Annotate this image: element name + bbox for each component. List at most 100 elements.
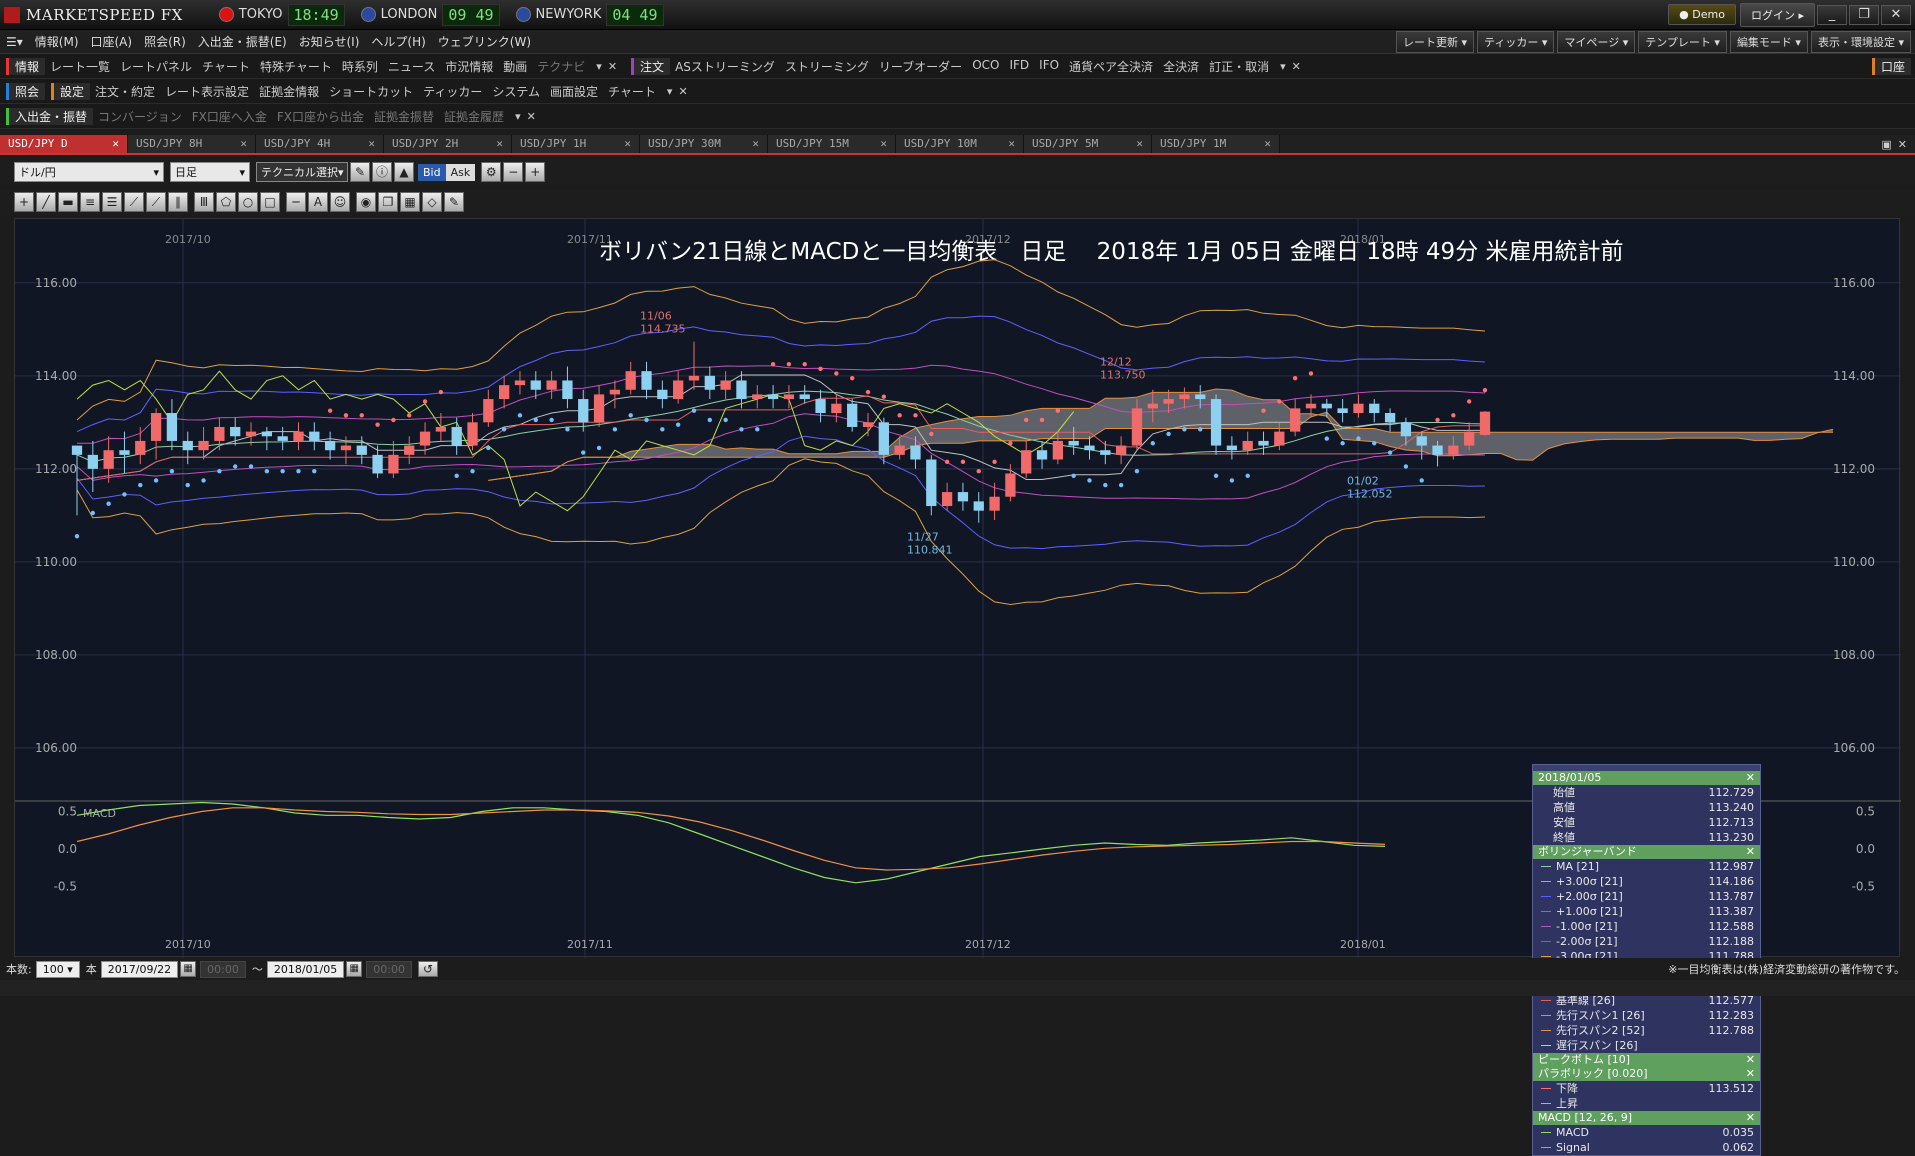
eraser-icon[interactable]: ◇ bbox=[422, 192, 442, 212]
chart-tab[interactable]: USD/JPY 8H ✕ bbox=[128, 135, 256, 153]
toolbar-item[interactable]: 時系列 bbox=[337, 58, 383, 75]
table-icon[interactable]: ▦ bbox=[400, 192, 420, 212]
pentagon-icon[interactable]: ⬠ bbox=[216, 192, 236, 212]
close-icon[interactable]: ✕ bbox=[1292, 60, 1301, 73]
chart-area[interactable]: 116.00 116.00 114.00 114.00 112.00 112.00 110.… bbox=[14, 218, 1901, 1156]
calendar-icon[interactable]: ▦ bbox=[346, 961, 363, 977]
refresh-icon[interactable]: ↺ bbox=[417, 961, 438, 977]
close-icon[interactable]: ✕ bbox=[112, 137, 119, 151]
zoom-in-icon[interactable]: + bbox=[525, 162, 546, 182]
toolbar-button[interactable]: テンプレート ▾ bbox=[1638, 30, 1727, 53]
circle-icon[interactable]: ○ bbox=[238, 192, 258, 212]
toolbar-item[interactable]: 訂正・取消 bbox=[1204, 58, 1274, 75]
dropdown-icon[interactable]: ▾ bbox=[596, 60, 602, 73]
hbar-icon[interactable]: ─ bbox=[286, 192, 306, 212]
menu-item[interactable]: 口座(A) bbox=[85, 33, 139, 50]
menu-item[interactable]: ヘルプ(H) bbox=[365, 33, 431, 50]
close-icon[interactable]: ✕ bbox=[1008, 137, 1015, 151]
toolbar-item[interactable]: レート表示設定 bbox=[160, 83, 254, 100]
maximize-icon[interactable]: ▣ bbox=[1881, 138, 1891, 151]
close-icon[interactable]: ✕ bbox=[1746, 771, 1755, 785]
pen-icon[interactable]: ✎ bbox=[350, 162, 370, 182]
hamburger-icon[interactable]: ☰▾ bbox=[0, 35, 29, 49]
toolbar-item[interactable]: 全決済 bbox=[1158, 58, 1204, 75]
toolbar-item[interactable]: 特殊チャート bbox=[255, 58, 337, 75]
toolbar-button[interactable]: ティッカー ▾ bbox=[1477, 30, 1555, 53]
close-icon[interactable]: ✕ bbox=[880, 137, 887, 151]
toolbar-item[interactable]: 証拠金情報 bbox=[254, 83, 324, 100]
group-account[interactable]: 口座 bbox=[1871, 57, 1911, 75]
toolbar-item[interactable]: リーブオーダー bbox=[874, 58, 967, 75]
chart-tab[interactable]: USD/JPY 4H ✕ bbox=[256, 135, 384, 153]
toolbar-item[interactable]: システム bbox=[487, 83, 545, 100]
close-icon[interactable]: ✕ bbox=[240, 137, 247, 151]
toolbar-item[interactable]: レート一覧 bbox=[45, 58, 115, 75]
channel-icon[interactable]: ☰ bbox=[102, 192, 122, 212]
close-icon[interactable]: ✕ bbox=[1746, 845, 1755, 859]
settings-icon[interactable]: ⚙ bbox=[481, 162, 502, 182]
label-icon[interactable]: ☺ bbox=[330, 192, 350, 212]
close-icon[interactable]: ✕ bbox=[368, 137, 375, 151]
toolbar-button[interactable]: 表示・環境設定 ▾ bbox=[1810, 30, 1911, 53]
close-icon[interactable]: ✕ bbox=[1881, 4, 1911, 25]
close-icon[interactable]: ✕ bbox=[1746, 1067, 1755, 1081]
toolbar-item[interactable]: ティッカー bbox=[418, 83, 487, 100]
close-icon[interactable]: ✕ bbox=[678, 85, 687, 98]
period-select[interactable]: 日足 ▾ bbox=[170, 162, 250, 182]
restore-icon[interactable]: ❐ bbox=[1849, 4, 1879, 25]
fan-icon[interactable]: ⟋ bbox=[124, 192, 144, 212]
close-icon[interactable]: ✕ bbox=[1746, 1053, 1755, 1067]
technical-select[interactable]: テクニカル選択 ▾ bbox=[256, 162, 348, 182]
from-date[interactable]: 2017/09/22 bbox=[100, 960, 179, 978]
ruler-icon[interactable]: ▬ bbox=[58, 192, 78, 212]
toolbar-item[interactable]: OCO bbox=[967, 58, 1004, 75]
toolbar-button[interactable]: 編集モード ▾ bbox=[1729, 30, 1808, 53]
copy-icon[interactable]: ❐ bbox=[378, 192, 398, 212]
menu-item[interactable]: 入出金・振替(E) bbox=[192, 33, 293, 50]
chart-tab[interactable]: USD/JPY 1H ✕ bbox=[512, 135, 640, 153]
toolbar-button[interactable]: レート更新 ▾ bbox=[1396, 30, 1475, 53]
toolbar-button[interactable]: マイページ ▾ bbox=[1557, 30, 1636, 53]
chart-tab[interactable]: USD/JPY 30M ✕ bbox=[640, 135, 768, 153]
to-date[interactable]: 2018/01/05 bbox=[266, 960, 345, 978]
toolbar-item[interactable]: 証拠金振替 bbox=[369, 108, 439, 125]
close-icon[interactable]: ✕ bbox=[1898, 138, 1907, 151]
ask-button[interactable]: Ask bbox=[445, 163, 476, 181]
hline-icon[interactable]: ≡ bbox=[80, 192, 100, 212]
chart-tab[interactable]: USD/JPY 2H ✕ bbox=[384, 135, 512, 153]
toolbar-item[interactable]: レートパネル bbox=[115, 58, 197, 75]
close-icon[interactable]: ✕ bbox=[752, 137, 759, 151]
dropdown-icon[interactable]: ▾ bbox=[667, 85, 673, 98]
retrace-icon[interactable]: ⟋ bbox=[146, 192, 166, 212]
close-icon[interactable]: ✕ bbox=[1264, 137, 1271, 151]
toolbar-item[interactable]: 証拠金履歴 bbox=[439, 108, 509, 125]
close-icon[interactable]: ✕ bbox=[624, 137, 631, 151]
bid-button[interactable]: Bid bbox=[418, 163, 446, 181]
chart-tab[interactable]: USD/JPY 15M ✕ bbox=[768, 135, 896, 153]
toolbar-item[interactable]: 画面設定 bbox=[545, 83, 603, 100]
rect-icon[interactable]: □ bbox=[260, 192, 280, 212]
toolbar-item[interactable]: FX口座から出金 bbox=[272, 108, 369, 125]
dropdown-icon[interactable]: ▾ bbox=[515, 110, 521, 123]
delete-icon[interactable]: ✎ bbox=[444, 192, 464, 212]
chart-tab[interactable]: USD/JPY 10M ✕ bbox=[896, 135, 1024, 153]
pair-select[interactable]: ドル/円 ▾ bbox=[14, 162, 164, 182]
toolbar-item[interactable]: コンバージョン bbox=[93, 108, 187, 125]
demo-button[interactable]: ● Demo bbox=[1668, 4, 1736, 25]
close-icon[interactable]: ✕ bbox=[496, 137, 503, 151]
toolbar-item[interactable]: ASストリーミング bbox=[670, 58, 780, 75]
info-icon[interactable]: ⓘ bbox=[372, 162, 392, 182]
close-icon[interactable]: ✕ bbox=[1136, 137, 1143, 151]
menu-item[interactable]: お知らせ(I) bbox=[293, 33, 366, 50]
count-select[interactable]: 100 ▾ bbox=[35, 960, 80, 978]
toolbar-item[interactable]: IFD bbox=[1004, 58, 1034, 75]
toolbar-item[interactable]: ストリーミング bbox=[780, 58, 874, 75]
line-icon[interactable]: ╱ bbox=[36, 192, 56, 212]
toolbar-item[interactable]: ショートカット bbox=[324, 83, 418, 100]
menu-item[interactable]: ウェブリンク(W) bbox=[432, 33, 537, 50]
toolbar-item[interactable]: チャート bbox=[197, 58, 255, 75]
toolbar-item[interactable]: 通貨ペア全決済 bbox=[1064, 58, 1158, 75]
crosshair-icon[interactable]: + bbox=[14, 192, 34, 212]
text-icon[interactable]: A bbox=[308, 192, 328, 212]
chart-tab[interactable]: USD/JPY 1M ✕ bbox=[1152, 135, 1280, 153]
